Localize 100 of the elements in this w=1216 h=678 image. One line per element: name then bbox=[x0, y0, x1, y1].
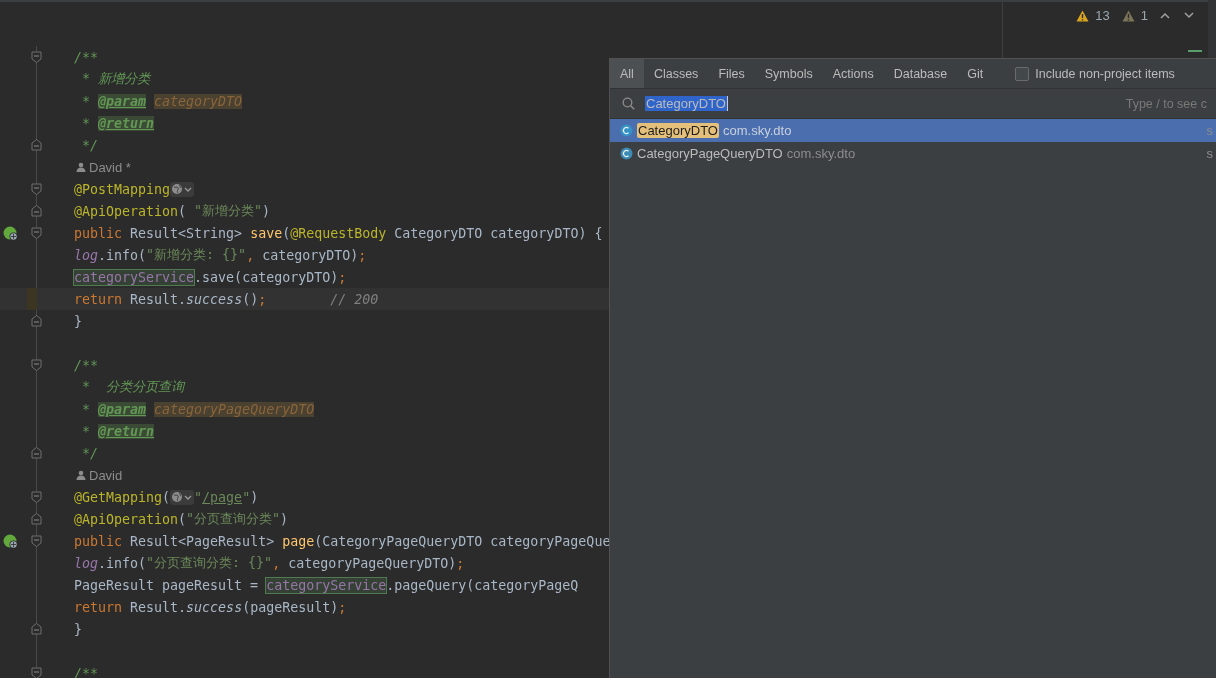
method-name: save bbox=[250, 225, 283, 241]
keyword: ; bbox=[358, 247, 367, 263]
doc-comment: * bbox=[81, 401, 90, 417]
code-text: ) bbox=[280, 511, 289, 527]
fold-marker-icon[interactable] bbox=[31, 667, 42, 678]
fold-marker-icon[interactable] bbox=[31, 447, 42, 459]
warning-count[interactable]: 13 bbox=[1095, 8, 1110, 23]
line-comment: // 200 bbox=[330, 291, 379, 307]
tab[interactable]: All bbox=[610, 59, 644, 88]
annotation: @ApiOperation bbox=[74, 203, 179, 219]
tab[interactable]: Symbols bbox=[754, 59, 823, 88]
field-name: categoryService bbox=[266, 577, 387, 593]
tab[interactable]: Files bbox=[708, 59, 755, 88]
string-literal: " bbox=[194, 489, 203, 505]
class-name: CategoryPageQueryDTO bbox=[637, 146, 783, 161]
fold-marker-icon[interactable] bbox=[31, 513, 42, 525]
fold-marker-icon[interactable] bbox=[31, 51, 42, 63]
person-icon bbox=[76, 470, 86, 480]
previous-icon[interactable] bbox=[1160, 12, 1170, 19]
code-text: PageResult pageResult = bbox=[74, 577, 260, 593]
search-field[interactable]: CategoryDTO bbox=[645, 96, 728, 111]
code-text: ( bbox=[178, 511, 187, 527]
doc-param: categoryDTO bbox=[154, 93, 243, 109]
method-name: page bbox=[282, 533, 315, 549]
result-row[interactable]: CategoryPageQueryDTO com.sky.dto s bbox=[610, 142, 1216, 165]
keyword: public bbox=[74, 533, 124, 549]
code-text: ( bbox=[162, 489, 171, 505]
code-text: ) bbox=[262, 203, 271, 219]
doc-tag: @param bbox=[98, 93, 147, 109]
weak-warning-icon[interactable] bbox=[1121, 9, 1135, 22]
keyword: ; bbox=[338, 269, 347, 285]
code-text: Result<PageResult> bbox=[130, 533, 276, 549]
doc-comment: * 新增分类 bbox=[81, 70, 151, 88]
result-row[interactable]: CategoryDTO com.sky.dto s bbox=[610, 119, 1216, 142]
bean-icon[interactable] bbox=[3, 225, 18, 241]
keyword: public bbox=[74, 225, 124, 241]
doc-tag: @param bbox=[98, 401, 147, 417]
code-text: .info( bbox=[98, 555, 147, 571]
string-literal: " bbox=[242, 489, 251, 505]
fold-marker-icon[interactable] bbox=[31, 623, 42, 635]
search-icon bbox=[622, 97, 635, 110]
checkbox[interactable] bbox=[1015, 66, 1030, 81]
code-text: Result<String> bbox=[130, 225, 244, 241]
keyword: ; bbox=[258, 291, 267, 307]
code-text: Result. bbox=[130, 291, 187, 307]
string-literal: "新增分类: {}" bbox=[146, 246, 247, 264]
doc-comment: * bbox=[81, 93, 90, 109]
keyword: return bbox=[74, 599, 124, 615]
doc-comment: */ bbox=[81, 137, 99, 153]
author-hint[interactable]: David * bbox=[89, 159, 131, 175]
next-icon[interactable] bbox=[1184, 12, 1194, 19]
fold-marker-icon[interactable] bbox=[31, 491, 42, 503]
tab[interactable]: Database bbox=[883, 59, 958, 88]
checkbox-label[interactable]: Include non-project items bbox=[1035, 66, 1175, 81]
fold-marker-icon[interactable] bbox=[31, 227, 42, 239]
keyword: ; bbox=[456, 555, 465, 571]
code-text: categoryDTO) bbox=[262, 247, 359, 263]
code-text: ( bbox=[178, 203, 188, 219]
doc-comment: /** bbox=[74, 665, 99, 678]
string-literal: "分页查询分类" bbox=[186, 510, 281, 528]
fold-marker-icon[interactable] bbox=[31, 359, 42, 371]
doc-param: categoryPageQueryDTO bbox=[154, 401, 315, 417]
scrollbar[interactable] bbox=[1208, 0, 1216, 58]
url-link[interactable]: /page bbox=[202, 489, 243, 505]
tab[interactable]: Git bbox=[957, 59, 994, 88]
code-text: CategoryDTO categoryDTO) { bbox=[393, 225, 603, 241]
annotation: @GetMapping bbox=[74, 489, 163, 505]
keyword: ; bbox=[338, 599, 347, 615]
warning-icon[interactable] bbox=[1076, 9, 1090, 22]
field-name: log bbox=[74, 247, 99, 263]
weak-warning-count[interactable]: 1 bbox=[1140, 8, 1148, 23]
fold-marker-icon[interactable] bbox=[31, 139, 42, 151]
fold-marker-icon[interactable] bbox=[31, 535, 42, 547]
code-text: } bbox=[74, 313, 82, 329]
code-text: Result. bbox=[130, 599, 187, 615]
code-text: () bbox=[242, 291, 259, 307]
code-text: categoryPageQueryDTO) bbox=[288, 555, 457, 571]
string-literal: "分页查询分类: {}" bbox=[146, 554, 273, 572]
code-text: .info( bbox=[98, 247, 147, 263]
code-text: ) bbox=[250, 489, 259, 505]
fold-marker-icon[interactable] bbox=[31, 205, 42, 217]
result-detail: s bbox=[1206, 123, 1213, 138]
class-icon bbox=[620, 124, 633, 137]
change-marker bbox=[1188, 50, 1202, 52]
annotation: @PostMapping bbox=[74, 181, 171, 197]
fold-marker-icon[interactable] bbox=[31, 315, 42, 327]
doc-comment: * bbox=[81, 115, 90, 131]
doc-tag: @return bbox=[98, 115, 155, 131]
search-hint: Type / to see c bbox=[1125, 96, 1207, 111]
author-hint[interactable]: David bbox=[89, 467, 123, 483]
class-name: CategoryDTO bbox=[637, 123, 719, 138]
globe-dropdown-icon[interactable] bbox=[170, 489, 195, 505]
tab[interactable]: Classes bbox=[643, 59, 709, 88]
bean-icon[interactable] bbox=[3, 533, 18, 549]
globe-dropdown-icon[interactable] bbox=[170, 181, 195, 197]
string-literal: "新增分类" bbox=[194, 202, 263, 220]
person-icon bbox=[76, 162, 86, 172]
tab[interactable]: Actions bbox=[822, 59, 884, 88]
keyword: , bbox=[246, 247, 256, 263]
fold-marker-icon[interactable] bbox=[31, 183, 42, 195]
